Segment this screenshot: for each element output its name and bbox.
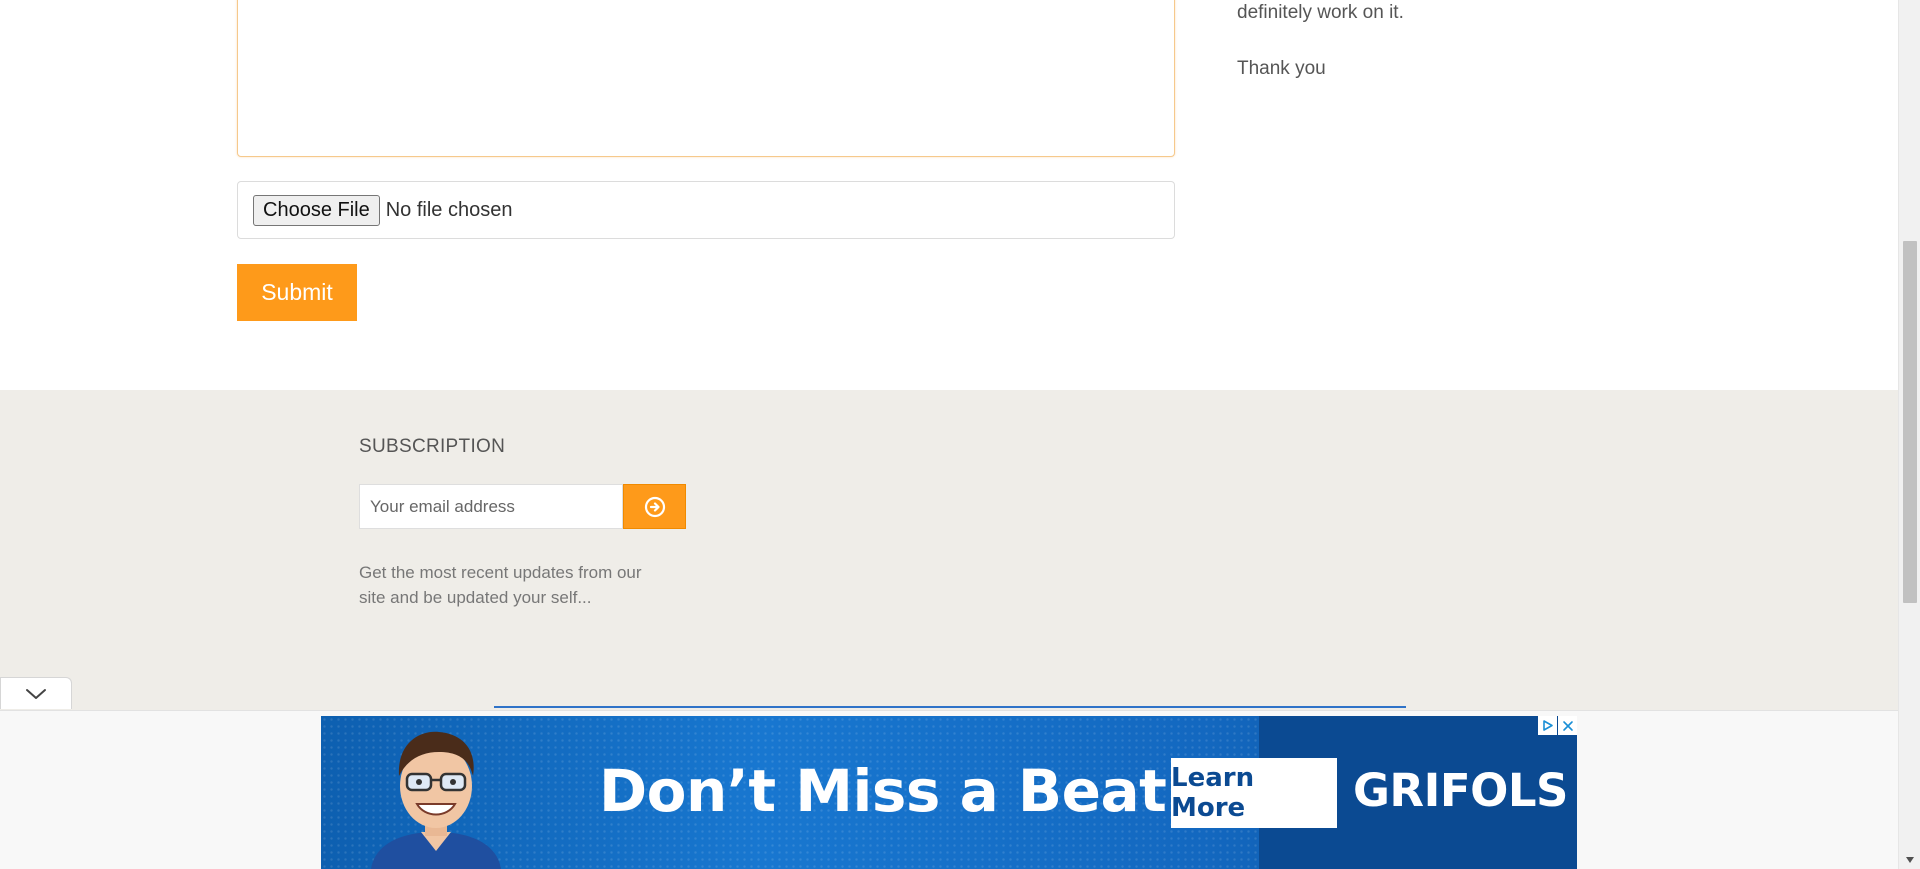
ad-brand-logo: GRIFOLS — [1353, 764, 1568, 817]
close-icon[interactable] — [1558, 716, 1577, 735]
ad-learn-more-button[interactable]: Learn More — [1171, 758, 1337, 828]
chevron-down-icon — [26, 688, 46, 699]
vertical-scrollbar[interactable] — [1898, 0, 1920, 869]
submit-button[interactable]: Submit — [237, 264, 357, 321]
ad-headline: Don’t Miss a Beat — [599, 757, 1167, 825]
footer: SUBSCRIPTION Get the most recent updates… — [0, 390, 1898, 710]
side-text-thanks: Thank you — [1237, 58, 1326, 79]
file-upload-field: Choose File No file chosen — [237, 181, 1175, 239]
email-input[interactable] — [359, 484, 623, 529]
scrollbar-thumb[interactable] — [1903, 241, 1917, 603]
banner-ad[interactable]: Don’t Miss a Beat Learn More GRIFOLS — [321, 716, 1577, 869]
subscription-title: SUBSCRIPTION — [359, 436, 506, 457]
choose-file-button[interactable]: Choose File — [253, 194, 380, 226]
collapse-ad-button[interactable] — [0, 677, 72, 709]
ad-accent-line — [494, 706, 1406, 708]
side-text-line: definitely work on it. — [1237, 2, 1404, 23]
scroll-down-arrow-icon[interactable] — [1905, 855, 1915, 865]
message-textarea[interactable] — [237, 0, 1175, 157]
ad-choices-icon[interactable] — [1538, 716, 1557, 735]
ad-person-illustration — [371, 731, 501, 869]
subscription-description: Get the most recent updates from our sit… — [359, 563, 642, 607]
arrow-circle-right-icon — [644, 496, 665, 517]
subscribe-button[interactable] — [623, 484, 686, 529]
file-status-text: No file chosen — [385, 198, 513, 221]
page: Choose File No file chosen Submit defini… — [0, 0, 1920, 869]
